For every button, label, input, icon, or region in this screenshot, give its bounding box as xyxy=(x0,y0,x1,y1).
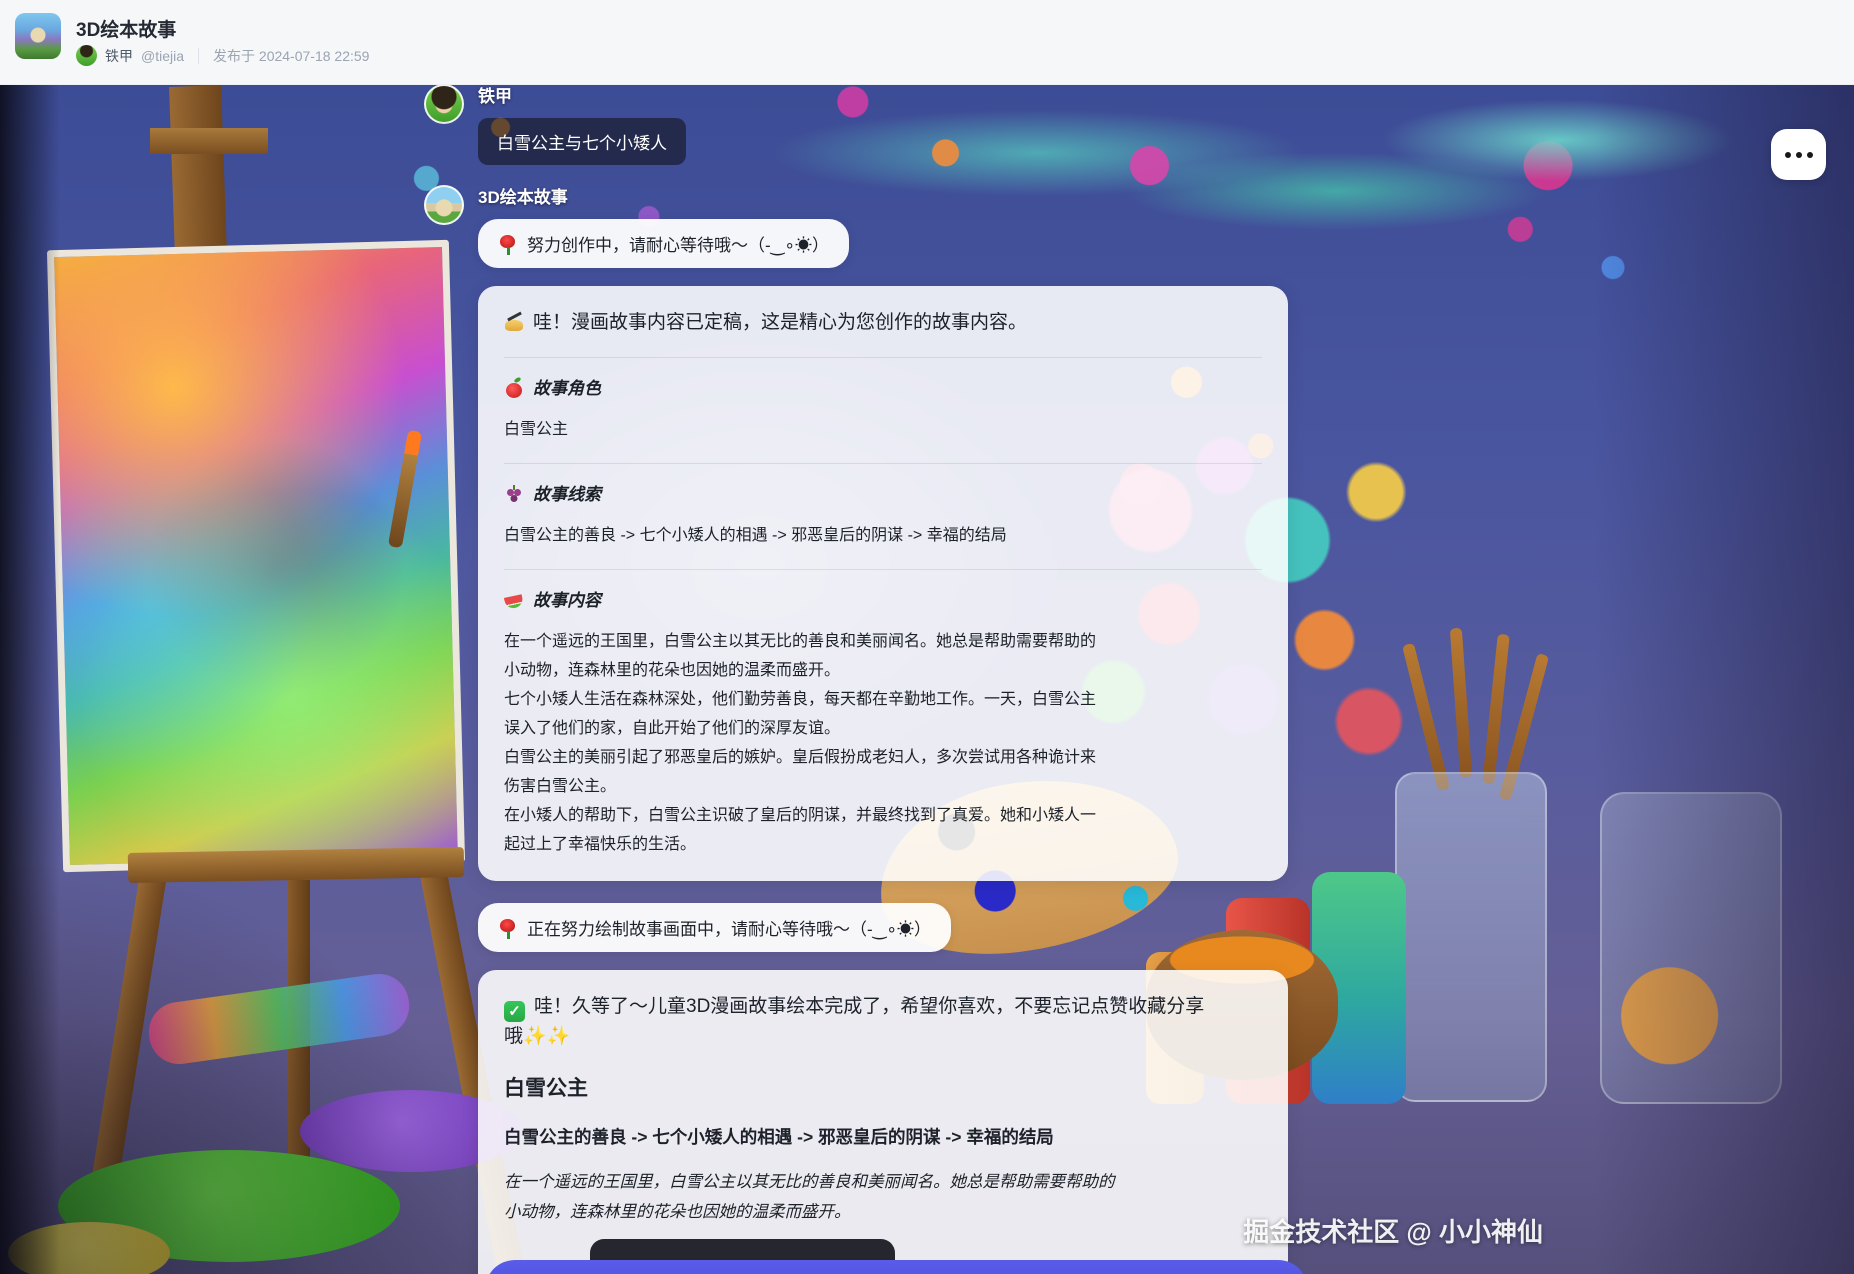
rose-icon xyxy=(498,919,518,939)
divider xyxy=(504,569,1262,570)
check-icon xyxy=(504,1001,525,1022)
divider xyxy=(504,357,1262,358)
author-handle[interactable]: @tiejia xyxy=(141,48,184,64)
section-body-plotline: 白雪公主的善良 -> 七个小矮人的相遇 -> 邪恶皇后的阴谋 -> 幸福的结局 xyxy=(504,521,1262,550)
section-title-plotline: 故事线索 xyxy=(504,483,1262,507)
chat-thread: 铁甲 白雪公主与七个小矮人 3D绘本故事 努力创作中，请耐心等待哦～（-‿∘☀）… xyxy=(424,84,1344,1274)
result-card-intro-line2: 哦✨✨ xyxy=(504,1022,1262,1052)
author-row: 铁甲 @tiejia 发布于 2024-07-18 22:59 xyxy=(76,45,369,66)
result-story-title: 白雪公主 xyxy=(504,1072,1262,1102)
story-card: 哇！漫画故事内容已定稿，这是精心为您创作的故事内容。 故事角色 白雪公主 故事线… xyxy=(478,286,1288,881)
author-avatar[interactable] xyxy=(76,45,97,66)
bot-message: 3D绘本故事 努力创作中，请耐心等待哦～（-‿∘☀） 哇！漫画故事内容已定稿，这… xyxy=(424,185,1344,1274)
user-avatar[interactable] xyxy=(424,84,464,124)
easel-canvas-painting xyxy=(47,240,465,872)
brush-handle xyxy=(1450,628,1472,778)
more-horizontal-icon xyxy=(1785,152,1791,158)
brush-handle xyxy=(1482,634,1510,784)
section-body-characters: 白雪公主 xyxy=(504,415,1262,444)
divider xyxy=(198,48,199,64)
cta-button[interactable] xyxy=(485,1260,1308,1274)
status-drawing-text: 正在努力绘制故事画面中，请耐心等待哦～（-‿∘☀） xyxy=(527,920,931,939)
bot-avatar[interactable] xyxy=(424,185,464,225)
user-message: 铁甲 白雪公主与七个小矮人 xyxy=(424,84,1344,165)
user-name: 铁甲 xyxy=(478,86,1344,108)
user-message-bubble[interactable]: 白雪公主与七个小矮人 xyxy=(478,118,686,165)
status-creating-bubble: 努力创作中，请耐心等待哦～（-‿∘☀） xyxy=(478,219,849,268)
author-name[interactable]: 铁甲 xyxy=(105,46,133,66)
more-options-button[interactable] xyxy=(1771,129,1826,180)
section-title-content: 故事内容 xyxy=(504,589,1262,613)
status-drawing-bubble: 正在努力绘制故事画面中，请耐心等待哦～（-‿∘☀） xyxy=(478,903,951,952)
apple-icon xyxy=(504,378,524,398)
result-card-intro: 哇！久等了～儿童3D漫画故事绘本完成了，希望你喜欢，不要忘记点赞收藏分享 xyxy=(504,992,1262,1022)
divider xyxy=(504,463,1262,464)
watermark: 掘金技术社区 @ 小小神仙 xyxy=(1243,1212,1543,1249)
glass-brush-jar xyxy=(1395,772,1547,1102)
status-creating-text: 努力创作中，请耐心等待哦～（-‿∘☀） xyxy=(527,236,829,255)
section-body-content: 在一个遥远的王国里，白雪公主以其无比的善良和美丽闻名。她总是帮助需要帮助的 小动… xyxy=(504,627,1262,859)
page-title: 3D绘本故事 xyxy=(76,15,176,42)
header-bar: 3D绘本故事 铁甲 @tiejia 发布于 2024-07-18 22:59 xyxy=(0,0,1854,85)
easel-clamp xyxy=(150,128,268,154)
grapes-icon xyxy=(504,484,524,504)
app-icon xyxy=(15,13,61,59)
bot-name: 3D绘本故事 xyxy=(478,187,1344,209)
watermelon-icon xyxy=(504,590,524,610)
writing-hand-icon xyxy=(504,312,524,332)
section-title-characters: 故事角色 xyxy=(504,377,1262,401)
result-story-excerpt: 在一个遥远的王国里，白雪公主以其无比的善良和美丽闻名。她总是帮助需要帮助的 小动… xyxy=(504,1167,1262,1227)
rose-icon xyxy=(498,235,518,255)
publish-timestamp: 发布于 2024-07-18 22:59 xyxy=(213,46,369,66)
right-vignette xyxy=(1594,0,1854,1274)
result-story-outline: 白雪公主的善良 -> 七个小矮人的相遇 -> 邪恶皇后的阴谋 -> 幸福的结局 xyxy=(504,1124,1262,1149)
story-card-intro: 哇！漫画故事内容已定稿，这是精心为您创作的故事内容。 xyxy=(504,308,1262,338)
easel-mast xyxy=(169,85,227,255)
result-card: 哇！久等了～儿童3D漫画故事绘本完成了，希望你喜欢，不要忘记点赞收藏分享 哦✨✨… xyxy=(478,970,1288,1274)
